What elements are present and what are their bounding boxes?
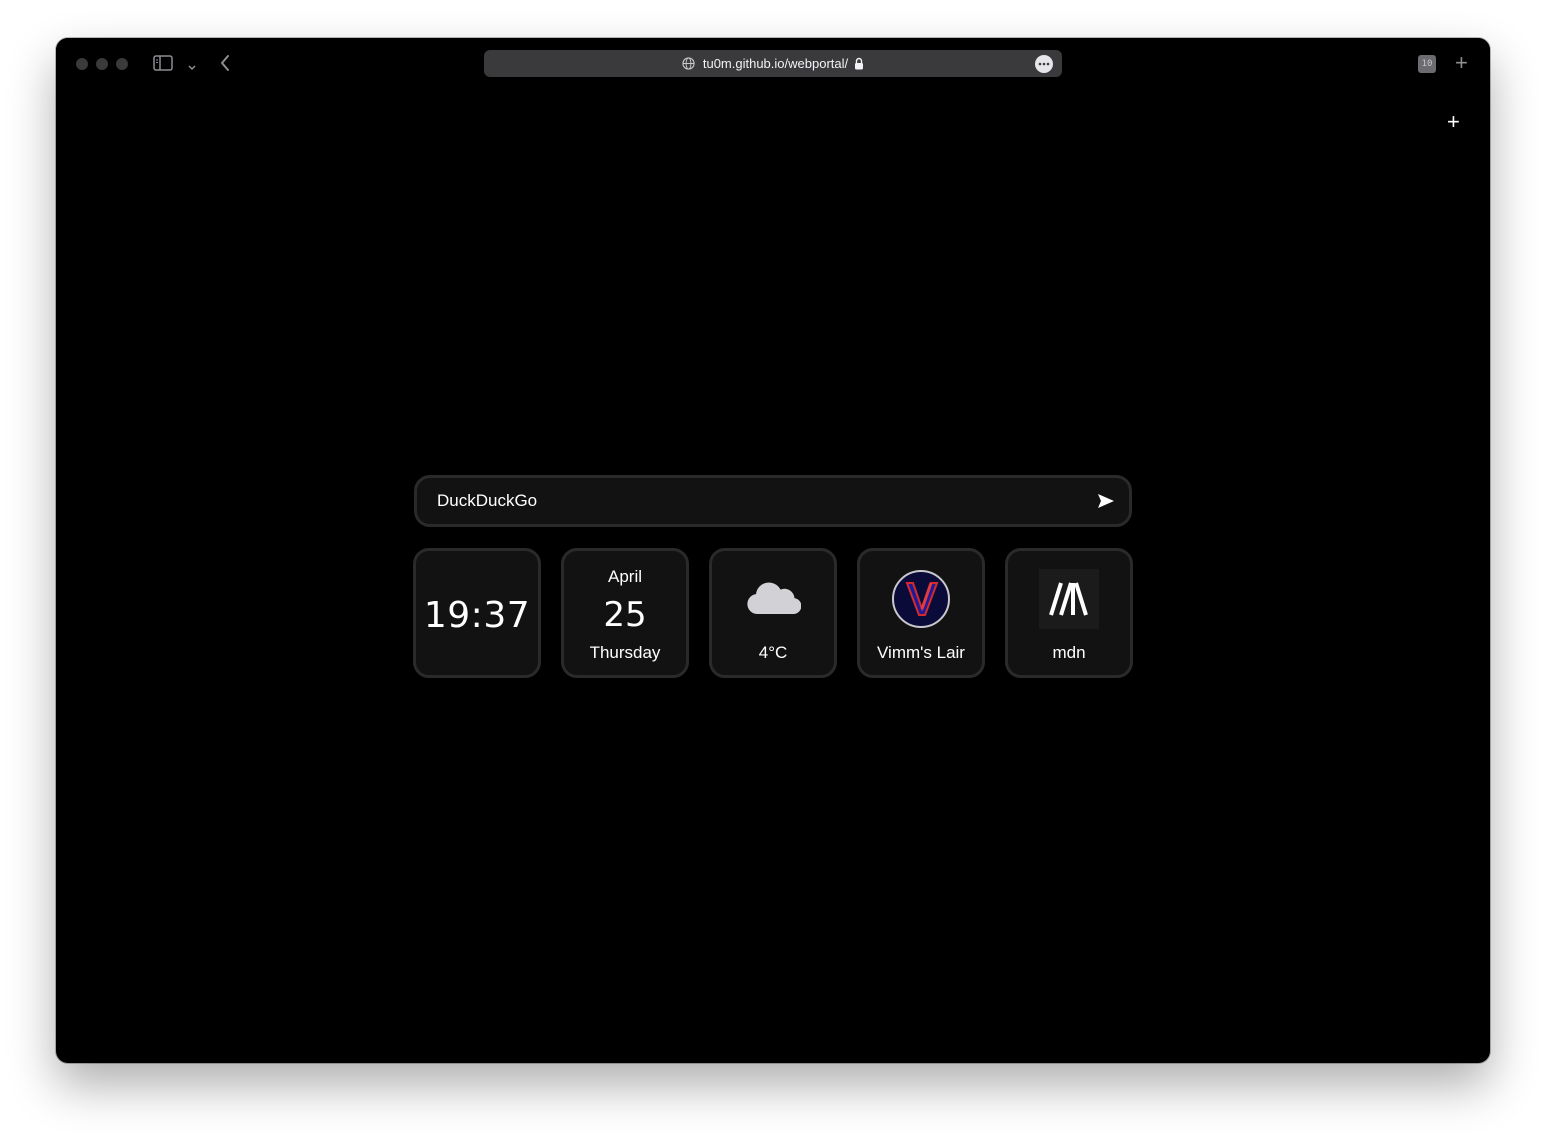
url-text: tu0m.github.io/webportal/: [702, 56, 849, 71]
address-bar[interactable]: tu0m.github.io/webportal/: [484, 50, 1062, 77]
globe-icon: [682, 57, 695, 70]
cloud-icon: [743, 569, 803, 629]
shortcut-mdn[interactable]: mdn: [1005, 548, 1133, 678]
sidebar-toggle-icon[interactable]: [153, 55, 173, 76]
weather-temperature: 4°C: [758, 643, 788, 662]
search-bar: [414, 475, 1132, 527]
vimms-lair-logo-icon: [891, 569, 951, 629]
shortcut-label: Vimm's Lair: [877, 643, 965, 662]
more-options-icon[interactable]: [1035, 55, 1053, 73]
browser-window: tu0m.github.io/webportal/ 10 + + DuckDuc…: [56, 38, 1490, 1063]
clock-widget: 19:37: [413, 548, 541, 678]
mdn-logo-icon: [1039, 569, 1099, 629]
shortcut-vimms-lair[interactable]: Vimm's Lair: [857, 548, 985, 678]
date-widget: April 25 Thursday: [561, 548, 689, 678]
zoom-window-button[interactable]: [116, 58, 128, 70]
tab-overview-icon[interactable]: 10: [1418, 55, 1436, 73]
search-input[interactable]: [437, 491, 1057, 511]
date-day: 25: [603, 595, 647, 635]
date-weekday: Thursday: [589, 643, 661, 662]
chevron-down-icon[interactable]: [187, 59, 197, 77]
browser-toolbar: tu0m.github.io/webportal/ 10 +: [56, 38, 1490, 90]
close-window-button[interactable]: [76, 58, 88, 70]
date-month: April: [607, 567, 642, 586]
back-button-icon[interactable]: [219, 54, 231, 77]
weather-widget: 4°C: [709, 548, 837, 678]
shortcut-label: mdn: [1052, 643, 1086, 662]
lock-icon: [854, 57, 864, 70]
new-tab-icon[interactable]: +: [1455, 52, 1468, 74]
send-icon[interactable]: [1095, 491, 1117, 511]
clock-time: 19:37: [423, 595, 531, 636]
add-shortcut-icon[interactable]: +: [1447, 111, 1460, 133]
minimize-window-button[interactable]: [96, 58, 108, 70]
